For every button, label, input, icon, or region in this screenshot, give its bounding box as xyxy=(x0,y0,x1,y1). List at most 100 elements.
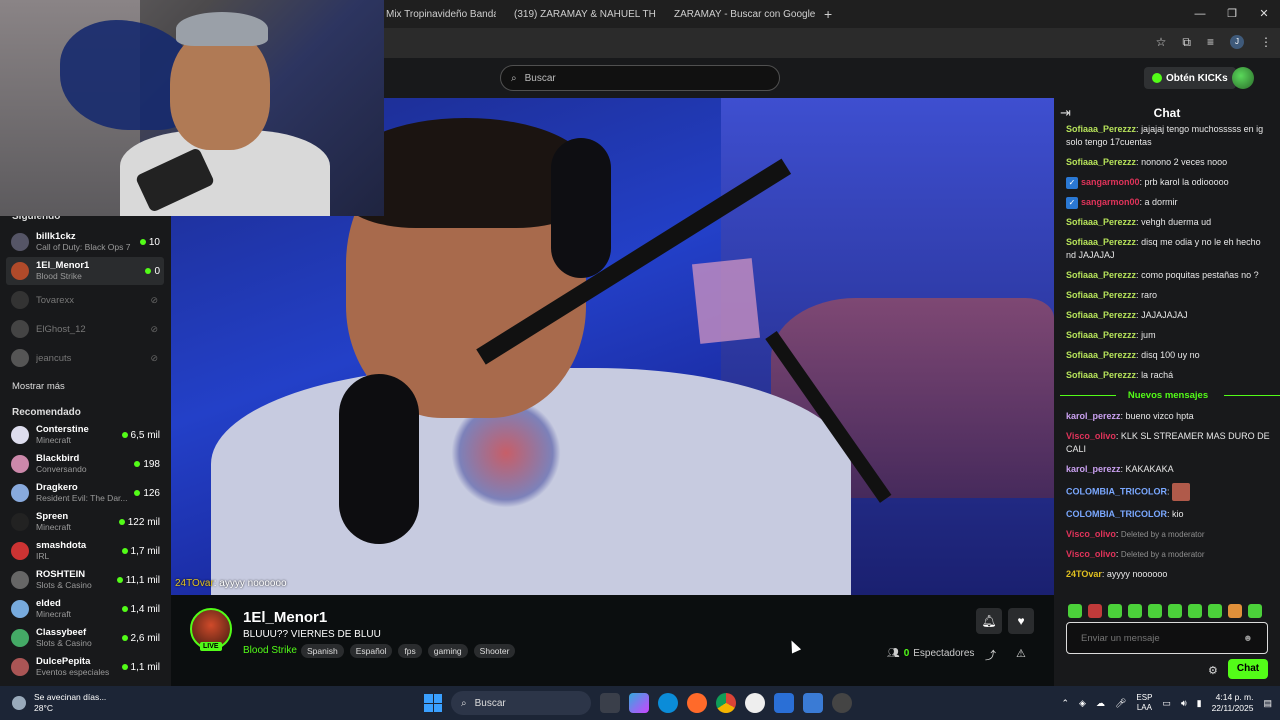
volume-icon[interactable]: 🔊︎ xyxy=(1181,698,1187,709)
follow-heart-button[interactable]: ♥ xyxy=(1008,608,1034,634)
store-icon[interactable] xyxy=(803,693,823,713)
chat-username[interactable]: Sofiaaa_Perezzz xyxy=(1066,350,1136,360)
chat-username[interactable]: Sofiaaa_Perezzz xyxy=(1066,124,1136,134)
user-avatar[interactable] xyxy=(1232,67,1254,89)
emote-icon[interactable] xyxy=(1148,604,1162,618)
emote-icon[interactable] xyxy=(1128,604,1142,618)
clock[interactable]: 4:14 p. m. 22/11/2025 xyxy=(1212,692,1254,714)
chat-input-box[interactable]: ☻ xyxy=(1066,622,1268,654)
sidebar-recommended-channel[interactable]: ROSHTEIN Slots & Casino 11,1 mil xyxy=(6,566,164,594)
sidebar-channel-1el-menor1[interactable]: 1El_Menor1 Blood Strike 0 xyxy=(6,257,164,285)
tray-app-icon[interactable]: ◈ xyxy=(1079,698,1086,709)
browser-menu-icon[interactable]: ⋮ xyxy=(1260,35,1272,50)
browser-tab-1[interactable]: Mix Tropinavideño Banda ✕ xyxy=(386,4,496,24)
task-view-icon[interactable] xyxy=(600,693,620,713)
chat-username[interactable]: karol_perezz xyxy=(1066,411,1121,421)
report-icon[interactable]: ⚠ xyxy=(1016,647,1026,660)
get-kicks-button[interactable]: Obtén KICKs xyxy=(1144,67,1236,89)
chevron-up-icon[interactable]: ⌃ xyxy=(1062,698,1070,709)
chrome-icon[interactable] xyxy=(716,693,736,713)
tag-chip[interactable]: Spanish xyxy=(301,644,344,658)
notifications-icon[interactable]: ▤ xyxy=(1263,698,1272,709)
bookmark-star-icon[interactable]: ☆ xyxy=(1156,35,1167,50)
sidebar-recommended-channel[interactable]: Dragkero Resident Evil: The Dar... 126 xyxy=(6,479,164,507)
chat-settings-icon[interactable]: ⚙ xyxy=(1208,664,1218,677)
chat-username[interactable]: Sofiaaa_Perezzz xyxy=(1066,270,1136,280)
streamer-name[interactable]: 1El_Menor1 xyxy=(243,609,327,626)
media-controls-icon[interactable]: ≡ xyxy=(1207,35,1214,50)
tag-chip[interactable]: Shooter xyxy=(473,644,516,658)
chat-username[interactable]: karol_perezz xyxy=(1066,464,1121,474)
tag-chip[interactable]: fps xyxy=(398,644,422,658)
chat-username[interactable]: Visco_olivo xyxy=(1066,529,1116,539)
restore-icon[interactable]: ❐ xyxy=(1216,0,1248,28)
taskbar-search[interactable]: ⌕ Buscar xyxy=(451,691,591,715)
chat-username[interactable]: sangarmon00 xyxy=(1081,177,1140,187)
cloud-icon[interactable]: ☁ xyxy=(1096,698,1105,709)
chat-username[interactable]: sangarmon00 xyxy=(1081,197,1140,207)
emote-icon[interactable] xyxy=(1248,604,1262,618)
show-more-link[interactable]: Mostrar más xyxy=(12,381,65,392)
chat-message-input[interactable] xyxy=(1081,632,1231,644)
extensions-icon[interactable]: ⧉ xyxy=(1182,35,1191,50)
defender-icon[interactable] xyxy=(774,693,794,713)
sidebar-recommended-channel[interactable]: Spreen Minecraft 122 mil xyxy=(6,508,164,536)
emote-icon[interactable] xyxy=(1088,604,1102,618)
emote-icon[interactable] xyxy=(1228,604,1242,618)
sidebar-channel-billk1ckz[interactable]: billk1ckz Call of Duty: Black Ops 7 10 xyxy=(6,228,164,256)
obs-icon[interactable] xyxy=(745,693,765,713)
chat-username[interactable]: Sofiaaa_Perezzz xyxy=(1066,370,1136,380)
sidebar-channel-elghost12[interactable]: ElGhost_12 ⊘ xyxy=(6,315,164,343)
battery-icon[interactable]: ▮ xyxy=(1197,698,1202,709)
sidebar-recommended-channel[interactable]: smashdota IRL 1,7 mil xyxy=(6,537,164,565)
chat-username[interactable]: Sofiaaa_Perezzz xyxy=(1066,310,1136,320)
chat-username[interactable]: Visco_olivo xyxy=(1066,549,1116,559)
chat-username[interactable]: COLOMBIA_TRICOLOR xyxy=(1066,486,1167,496)
chat-username[interactable]: Sofiaaa_Perezzz xyxy=(1066,237,1136,247)
emote-icon[interactable] xyxy=(1168,604,1182,618)
notification-bell-button[interactable]: 🔔︎ xyxy=(976,608,1002,634)
chat-username[interactable]: 24TOvar xyxy=(1066,569,1102,579)
sidebar-channel-jeancuts[interactable]: jeancuts ⊘ xyxy=(6,344,164,372)
emote-icon[interactable] xyxy=(1068,604,1082,618)
share-icon[interactable]: ⤴ xyxy=(985,647,996,663)
weather-widget[interactable]: Se avecinan días... 28°C xyxy=(12,692,106,714)
emote-icon[interactable] xyxy=(1188,604,1202,618)
tab-2-title: (319) ZARAMAY & NAHUEL TH xyxy=(514,8,656,20)
chat-username[interactable]: Visco_olivo xyxy=(1066,431,1116,441)
sidebar-recommended-channel[interactable]: Conterstine Minecraft 6,5 mil xyxy=(6,421,164,449)
emote-icon[interactable] xyxy=(1208,604,1222,618)
chat-username[interactable]: COLOMBIA_TRICOLOR xyxy=(1066,509,1167,519)
sidebar-recommended-channel[interactable]: DulcePepita Eventos especiales 1,1 mil xyxy=(6,653,164,681)
sidebar-channel-tovarexx[interactable]: Tovarexx ⊘ xyxy=(6,286,164,314)
firefox-icon[interactable] xyxy=(687,693,707,713)
network-icon[interactable]: ▭ xyxy=(1162,698,1171,709)
emoji-picker-icon[interactable]: ☻ xyxy=(1243,633,1253,644)
sidebar-recommended-channel[interactable]: Blackbird Conversando 198 xyxy=(6,450,164,478)
tag-chip[interactable]: gaming xyxy=(427,644,468,658)
tag-chip[interactable]: Español xyxy=(349,644,393,658)
chat-username[interactable]: Sofiaaa_Perezzz xyxy=(1066,217,1136,227)
new-tab-button[interactable]: + xyxy=(824,4,832,24)
edge-icon[interactable] xyxy=(658,693,678,713)
minimize-icon[interactable]: — xyxy=(1184,0,1216,28)
copilot-icon[interactable] xyxy=(629,693,649,713)
microphone-icon[interactable]: 🎤︎ xyxy=(1115,698,1126,709)
close-window-icon[interactable]: ✕ xyxy=(1248,0,1280,28)
send-chat-button[interactable]: Chat xyxy=(1228,659,1268,679)
stream-category[interactable]: Blood Strike xyxy=(243,645,297,656)
chat-username[interactable]: Sofiaaa_Perezzz xyxy=(1066,290,1136,300)
language-indicator[interactable]: ESP LAA xyxy=(1136,693,1152,713)
browser-tab-3[interactable]: ZARAMAY - Buscar con Google ✕ xyxy=(668,4,818,24)
chat-username[interactable]: Sofiaaa_Perezzz xyxy=(1066,330,1136,340)
viewer-count: 122 mil xyxy=(127,516,160,528)
chat-username[interactable]: Sofiaaa_Perezzz xyxy=(1066,157,1136,167)
sidebar-recommended-channel[interactable]: Classybeef Slots & Casino 2,6 mil xyxy=(6,624,164,652)
browser-tab-2[interactable]: (319) ZARAMAY & NAHUEL TH ✕ xyxy=(508,4,658,24)
app-icon[interactable] xyxy=(832,693,852,713)
emote-icon[interactable] xyxy=(1108,604,1122,618)
profile-avatar[interactable]: J xyxy=(1230,35,1244,49)
windows-start-icon[interactable] xyxy=(424,694,442,712)
search-box[interactable]: ⌕ Buscar xyxy=(500,65,780,91)
sidebar-recommended-channel[interactable]: elded Minecraft 1,4 mil xyxy=(6,595,164,623)
